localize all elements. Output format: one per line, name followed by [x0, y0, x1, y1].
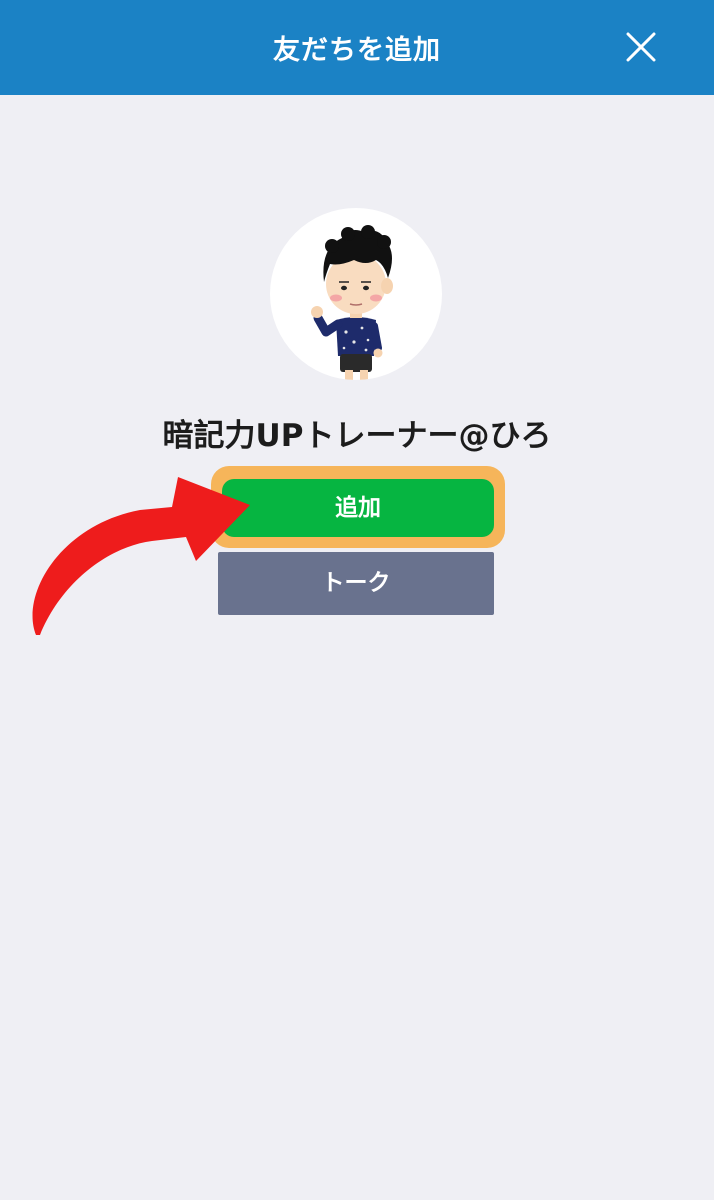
red-arrow-icon — [32, 477, 251, 635]
avatar-illustration — [311, 225, 393, 380]
profile-name: 暗記力UPトレーナー@ひろ — [162, 418, 552, 454]
header-bar: 友だちを追加 — [0, 0, 714, 95]
close-button[interactable] — [616, 24, 666, 70]
add-friend-button[interactable]: 追加 — [222, 479, 494, 537]
profile-avatar — [270, 208, 442, 380]
close-icon — [626, 32, 656, 62]
header-title: 友だちを追加 — [273, 35, 441, 66]
